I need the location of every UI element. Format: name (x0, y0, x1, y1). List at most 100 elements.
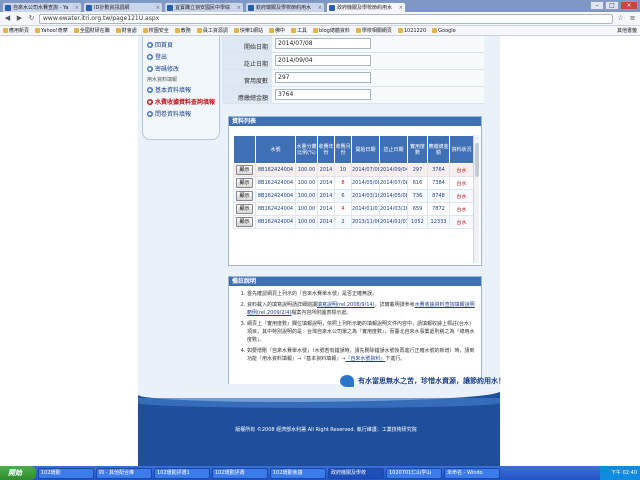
end-date-field[interactable]: 2014/09/04 (275, 55, 371, 66)
cell-amount: 12333 (427, 215, 450, 229)
browser-tab[interactable]: ID計數資訊調網 × (83, 2, 163, 12)
nav-basic-data[interactable]: ● 基本資料填報 (147, 85, 215, 94)
taskbar-item[interactable]: 102環勤評選1 (154, 467, 210, 479)
cell-usage: 616 (407, 176, 428, 190)
nav-password[interactable]: ● 密碼修改 (147, 64, 215, 73)
address-bar[interactable]: www.ewater.itri.org.tw/page121U.aspx (39, 13, 613, 24)
tab-close-icon[interactable]: × (75, 5, 79, 11)
bookmark-label: 財會處 (121, 28, 137, 34)
browser-tab[interactable]: 宜賓職立嶺安國民中學綜 × (164, 2, 244, 12)
google-icon (432, 28, 438, 33)
close-icon[interactable]: × (620, 1, 638, 10)
table-scrollbar[interactable] (473, 135, 479, 263)
bookmark[interactable]: 員工資源調 (196, 27, 228, 34)
bookmark[interactable]: 工具 (291, 27, 307, 34)
other-bookmarks[interactable]: 其他書籤 (617, 26, 637, 36)
browser-tab[interactable]: 欽府端關及學校節約用水 × (245, 2, 325, 12)
nav-home[interactable]: ● 回首頁 (147, 40, 215, 49)
nav-questionnaire[interactable]: ● 問卷資料填報 (147, 109, 215, 118)
cell-ratio: 100.00 (295, 215, 318, 229)
taskbar-item[interactable]: 102環勤會議 (270, 467, 326, 479)
show-button[interactable]: 顯示 (236, 178, 253, 188)
bookmark[interactable]: Yahoo!奇摩 (35, 27, 68, 34)
bookmark[interactable]: 財會處 (115, 27, 137, 34)
tab-close-icon[interactable]: × (156, 5, 160, 11)
cell-water-no: 8B162424004 (255, 202, 296, 216)
scrollbar-thumb[interactable] (475, 143, 479, 177)
show-button[interactable]: 顯示 (236, 204, 253, 214)
tab-label: 政府機關及學校節約用水 (337, 5, 393, 11)
cell-year: 2014 (317, 215, 335, 229)
menu-icon[interactable]: ≡ (628, 14, 637, 23)
cell-month: 4 (334, 202, 352, 216)
star-icon[interactable]: ☆ (616, 14, 625, 23)
footer-slogan: 有水當思無水之苦，珍惜水資源，讓節約用水！ (340, 375, 505, 387)
water-number-link[interactable]: 『自來水號資料』 (345, 356, 385, 362)
browser-tab[interactable]: 自來水公司水費查詢 - Ya × (2, 2, 82, 12)
bookmark[interactable]: blog總體資料 (313, 27, 350, 34)
data-list-panel: 資料列表 水號 水量分攤比例(%) 收費年份 收費月份 開始日期 訖止日期 實用… (228, 116, 482, 266)
apps-icon (3, 28, 8, 33)
start-button[interactable]: 開始 (0, 466, 36, 480)
tab-close-icon[interactable]: × (318, 5, 322, 11)
taskbar-item[interactable]: 102環勤 (38, 467, 94, 479)
favicon-icon (248, 4, 254, 11)
bookmark[interactable]: 學校相關網頁 (355, 27, 392, 34)
taskbar-item[interactable]: 未命名 - Windo (444, 467, 500, 479)
cell-end: 2014/09/04 (379, 163, 408, 177)
cell-start: 2013/11/06 (351, 215, 380, 229)
cell-amount: 8748 (427, 189, 450, 203)
bookmark[interactable]: 全國財研在職 (73, 27, 110, 34)
bookmark[interactable]: 校園安全 (142, 27, 169, 34)
bookmark[interactable]: 應用新頁 (3, 27, 29, 34)
usage-field[interactable]: 297 (275, 72, 371, 83)
taskbar-item[interactable]: 1020701仁山学山 (386, 467, 442, 479)
bookmark[interactable]: 1021220 (397, 28, 426, 34)
cell-usage: 297 (407, 163, 428, 177)
panel-title: 資料列表 (229, 117, 481, 126)
tab-label: 宜賓職立嶺安國民中學綜 (175, 5, 231, 11)
bookmark[interactable]: 佛中 (269, 27, 285, 34)
bookmark[interactable]: Google (432, 28, 456, 34)
minimize-icon[interactable]: – (590, 1, 604, 10)
column-header (233, 135, 256, 164)
cell-end: 2014/01/07 (379, 215, 408, 229)
back-icon[interactable]: ◀ (3, 14, 12, 23)
tab-close-icon[interactable]: × (237, 5, 241, 11)
cell-start: 2014/03/10 (351, 189, 380, 203)
column-header: 水量分攤比例(%) (295, 135, 318, 164)
form-label: 訖止日期 (222, 53, 272, 69)
show-button[interactable]: 顯示 (236, 217, 253, 227)
cell-year: 2014 (317, 163, 335, 177)
receipt-icon: ● (147, 98, 153, 105)
bookmark[interactable]: 教務 (174, 27, 191, 34)
cell-usage: 1052 (407, 215, 428, 229)
logout-icon: ● (147, 53, 153, 60)
show-button[interactable]: 顯示 (236, 191, 253, 201)
tab-label: 欽府端關及學校節約用水 (256, 5, 312, 11)
note-item: 資料載入的填寫說明請詳細閱讀填寫說明(rel.2008/9/14)，詳實載明請參… (247, 301, 475, 317)
folder-icon (73, 28, 79, 33)
form-label: 開始日期 (222, 36, 272, 52)
bookmark[interactable]: 快樂1網站 (233, 27, 263, 34)
column-header: 收費月份 (334, 135, 352, 164)
reload-icon[interactable]: ↻ (27, 14, 36, 23)
taskbar-item[interactable]: 102環勤評選 (212, 467, 268, 479)
start-date-field[interactable]: 2014/07/08 (275, 38, 371, 49)
amount-field[interactable]: 3764 (275, 89, 371, 100)
maximize-icon[interactable]: □ (605, 1, 619, 10)
nav-receipt-query[interactable]: ● 水費收據資料查詢填報 (147, 97, 215, 106)
form-row: 實用度數 297 (222, 70, 484, 87)
nav-logout[interactable]: ● 登出 (147, 52, 215, 61)
fill-guide-link[interactable]: 填寫說明(rel.2008/9/14) (317, 302, 375, 308)
folder-icon (269, 28, 275, 33)
show-button[interactable]: 顯示 (236, 165, 253, 175)
taskbar-item-active[interactable]: 政府機關及學校 (328, 467, 384, 479)
browser-tab-active[interactable]: 政府機關及學校節約用水 × (326, 2, 406, 12)
cell-start: 2014/07/08 (351, 163, 380, 177)
slogan-text: 有水當思無水之苦，珍惜水資源，讓節約用水！ (358, 377, 505, 385)
tab-strip: 自來水公司水費查詢 - Ya × ID計數資訊調網 × 宜賓職立嶺安國民中學綜 × 欽… (0, 0, 640, 12)
forward-icon[interactable]: ▶ (15, 14, 24, 23)
taskbar-item[interactable]: 四 - 其他配合推 (96, 467, 152, 479)
tab-close-icon[interactable]: × (399, 5, 403, 11)
